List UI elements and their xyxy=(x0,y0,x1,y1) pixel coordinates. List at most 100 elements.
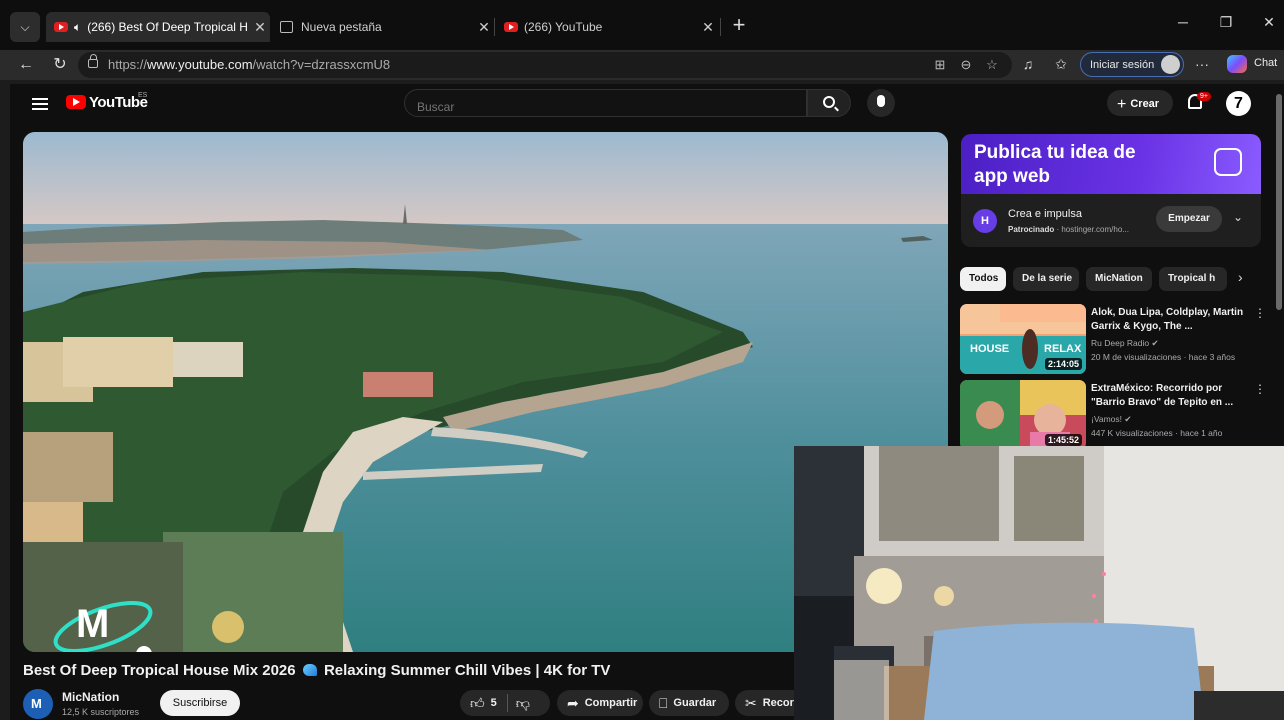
subscribe-button[interactable]: Suscribirse xyxy=(160,690,240,716)
tab-title: (266) YouTube xyxy=(524,20,603,34)
tab-title: Nueva pestaña xyxy=(301,20,382,34)
chevron-down-icon: ⌵ xyxy=(20,19,30,34)
page-icon xyxy=(280,21,293,33)
country-code: ES xyxy=(138,92,148,99)
tab-divider xyxy=(494,18,495,36)
microphone-icon xyxy=(877,95,885,107)
speaker-icon[interactable]: 🔈︎ xyxy=(74,20,81,35)
guide-menu-icon[interactable] xyxy=(32,98,48,110)
extensions-icon[interactable]: ♫ xyxy=(1018,54,1038,74)
reload-icon[interactable]: ↻ xyxy=(48,53,72,77)
clip-label: Recort xyxy=(762,697,798,709)
url-host: www.youtube.com xyxy=(147,57,253,72)
save-label: Guardar xyxy=(673,697,717,709)
app-available-icon[interactable]: ⊞ xyxy=(932,57,948,73)
tab-video[interactable]: 🔈︎ (266) Best Of Deep Tropical H ✕ xyxy=(46,12,270,42)
scissors-icon: ✂ xyxy=(745,694,757,711)
tab-divider xyxy=(720,18,721,36)
tab-new[interactable]: Nueva pestaña ✕ xyxy=(272,12,494,42)
like-dislike-group: 👍︎ 5 👎︎ xyxy=(460,690,550,716)
close-tab-icon[interactable]: ✕ xyxy=(698,19,718,36)
youtube-icon xyxy=(54,22,68,32)
micnation-watermark-icon: M xyxy=(53,600,153,652)
zoom-icon[interactable]: ⊖ xyxy=(958,57,974,73)
thumb-text-relax: RELAX xyxy=(1044,343,1082,355)
tab-title: (266) Best Of Deep Tropical H xyxy=(87,20,248,34)
lock-icon[interactable] xyxy=(88,54,98,68)
verified-icon: ✔ xyxy=(1151,338,1159,348)
page-scrollbar[interactable] xyxy=(1276,94,1282,310)
account-avatar[interactable]: 7 xyxy=(1226,91,1251,116)
thumb-text-house: HOUSE xyxy=(970,343,1009,355)
save-button[interactable]: ⎕ Guardar xyxy=(649,690,729,716)
signin-label: Iniciar sesión xyxy=(1090,59,1155,71)
signin-button[interactable]: Iniciar sesión xyxy=(1080,52,1184,77)
ad-title[interactable]: Crea e impulsa xyxy=(1008,208,1082,220)
dislike-icon[interactable]: 👎︎ xyxy=(516,695,530,712)
recommendation-item[interactable]: HOUSE RELAX 2:14:05 Alok, Dua Lipa, Cold… xyxy=(960,304,1270,376)
share-icon: ➦ xyxy=(567,694,579,711)
video-title-main: Best Of Deep Tropical House Mix 2026 xyxy=(23,662,296,679)
channel-name: ¡Vamos! xyxy=(1091,414,1123,424)
url-path: /watch?v=dzrassxcmU8 xyxy=(252,57,391,72)
video-thumbnail[interactable]: HOUSE RELAX 2:14:05 xyxy=(960,304,1086,374)
search-input[interactable] xyxy=(404,89,807,117)
share-button[interactable]: ➦ Compartir xyxy=(557,690,643,716)
close-tab-icon[interactable]: ✕ xyxy=(250,19,270,36)
ad-meta: Patrocinado · hostinger.com/ho... xyxy=(1008,225,1129,234)
chip-series[interactable]: De la serie xyxy=(1013,267,1079,291)
close-window-icon[interactable]: ✕ xyxy=(1254,14,1284,31)
search-button[interactable] xyxy=(807,89,851,117)
tab-youtube-home[interactable]: (266) YouTube ✕ xyxy=(496,12,718,42)
voice-search-button[interactable] xyxy=(867,89,895,117)
more-menu-icon[interactable]: ··· xyxy=(1192,54,1212,74)
verified-icon: ✔ xyxy=(1124,414,1132,424)
sponsored-label: Patrocinado xyxy=(1008,225,1055,234)
recommendation-title[interactable]: Alok, Dua Lipa, Coldplay, Martin Garrix … xyxy=(1091,306,1251,334)
close-tab-icon[interactable]: ✕ xyxy=(474,19,494,36)
favorite-star-icon[interactable]: ☆ xyxy=(984,57,1000,73)
wave-icon xyxy=(302,664,317,676)
ad-banner[interactable]: Publica tu idea de app web xyxy=(961,134,1261,194)
copilot-icon[interactable] xyxy=(1227,55,1247,73)
chat-label[interactable]: Chat xyxy=(1254,57,1277,69)
subscriber-count: 12,5 K suscriptores xyxy=(62,707,140,717)
chip-all[interactable]: Todos xyxy=(960,267,1006,291)
minimize-icon[interactable]: ─ xyxy=(1168,14,1198,30)
youtube-logo-icon[interactable] xyxy=(66,95,86,109)
more-actions-icon[interactable]: ⋮ xyxy=(1254,306,1266,320)
video-thumbnail[interactable]: 1:45:52 xyxy=(960,380,1086,450)
recommendation-item[interactable]: 1:45:52 ExtraMéxico: Recorrido por "Barr… xyxy=(960,380,1270,452)
notifications-badge: 9+ xyxy=(1197,92,1211,101)
more-actions-icon[interactable]: ⋮ xyxy=(1254,382,1266,396)
restore-icon[interactable]: ❐ xyxy=(1211,14,1241,31)
back-arrow-icon[interactable]: ← xyxy=(14,53,38,77)
channel-name: Ru Deep Radio xyxy=(1091,338,1150,348)
duration-badge: 1:45:52 xyxy=(1044,434,1082,446)
ad-cta-button[interactable]: Empezar xyxy=(1156,206,1222,232)
like-count[interactable]: 5 xyxy=(491,697,497,709)
url-text: https://www.youtube.com/watch?v=dzrassxc… xyxy=(108,57,390,72)
webcam-image xyxy=(794,446,1284,720)
like-icon[interactable]: 👍︎ xyxy=(470,695,485,712)
video-title: Best Of Deep Tropical House Mix 2026 Rel… xyxy=(23,662,610,679)
recommendation-meta: 447 K visualizaciones · hace 1 año xyxy=(1091,428,1223,438)
chip-tropical[interactable]: Tropical h xyxy=(1159,267,1227,291)
sponsored-ad[interactable]: Publica tu idea de app web H Crea e impu… xyxy=(961,134,1261,247)
chip-channel[interactable]: MicNation xyxy=(1086,267,1152,291)
create-button[interactable]: + Crear xyxy=(1107,90,1173,116)
favorites-icon[interactable]: ✩ xyxy=(1051,54,1071,74)
recommendation-channel: ¡Vamos! ✔ xyxy=(1091,414,1132,425)
bookmark-icon: ⎕ xyxy=(659,694,668,711)
address-bar[interactable]: https://www.youtube.com/watch?v=dzrassxc… xyxy=(78,52,1012,78)
chevron-down-icon[interactable]: ⌄ xyxy=(1233,210,1243,224)
chevron-right-icon[interactable]: › xyxy=(1238,269,1243,285)
recommendation-title[interactable]: ExtraMéxico: Recorrido por "Barrio Bravo… xyxy=(1091,382,1251,410)
advertiser-logo[interactable]: H xyxy=(973,209,997,233)
create-label: Crear xyxy=(1130,98,1160,110)
screen: ⌵ 🔈︎ (266) Best Of Deep Tropical H ✕ Nue… xyxy=(0,0,1284,720)
new-tab-button[interactable]: + xyxy=(728,13,750,39)
channel-name[interactable]: MicNation xyxy=(62,690,119,704)
tab-actions-menu-button[interactable]: ⌵ xyxy=(10,12,40,42)
channel-avatar[interactable] xyxy=(23,689,53,719)
